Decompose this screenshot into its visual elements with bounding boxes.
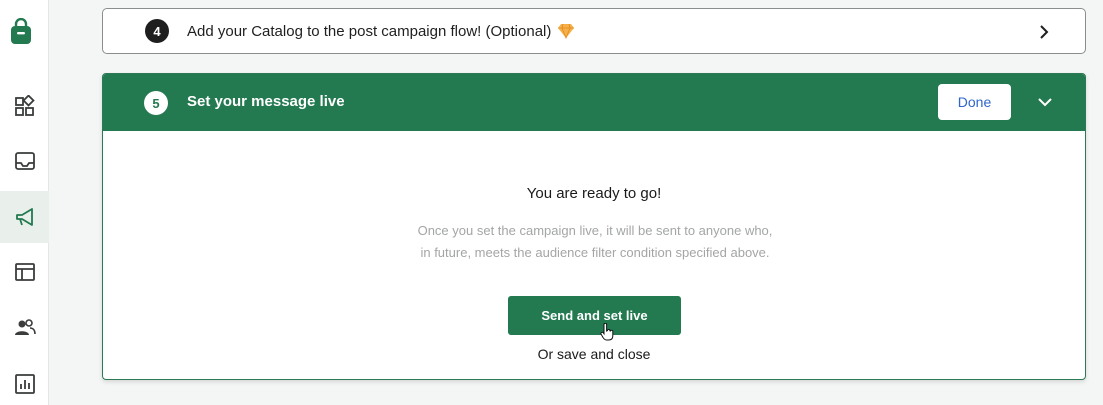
nav-item-table[interactable] bbox=[0, 246, 49, 298]
bar-chart-icon bbox=[14, 374, 35, 394]
apps-grid-icon bbox=[14, 95, 35, 116]
users-icon bbox=[14, 319, 36, 335]
save-and-close-link[interactable]: Or save and close bbox=[103, 346, 1085, 362]
nav-item-analytics[interactable] bbox=[0, 358, 49, 405]
megaphone-icon bbox=[15, 208, 33, 226]
nav-item-inbox[interactable] bbox=[0, 135, 49, 187]
step-4-card[interactable]: 4 Add your Catalog to the post campaign … bbox=[102, 8, 1086, 54]
sidebar bbox=[0, 0, 49, 405]
step-5-panel: 5 Set your message live Done You are rea… bbox=[102, 73, 1086, 380]
step-number: 5 bbox=[144, 91, 168, 115]
inbox-icon bbox=[14, 152, 35, 170]
gem-icon bbox=[558, 23, 575, 39]
nav-item-campaigns[interactable] bbox=[0, 191, 49, 243]
done-button[interactable]: Done bbox=[938, 84, 1011, 120]
chevron-down-icon[interactable] bbox=[1037, 95, 1053, 109]
step-title: Set your message live bbox=[187, 93, 345, 110]
shopping-bag-icon[interactable] bbox=[9, 18, 33, 46]
nav-item-users[interactable] bbox=[0, 302, 49, 354]
hand-cursor-icon bbox=[600, 323, 614, 341]
nav-item-apps[interactable] bbox=[0, 80, 49, 132]
table-icon bbox=[14, 263, 35, 281]
chevron-right-icon[interactable] bbox=[1037, 24, 1051, 40]
step-number: 4 bbox=[145, 19, 169, 43]
send-and-set-live-button[interactable]: Send and set live bbox=[508, 296, 681, 335]
step-5-header[interactable]: 5 Set your message live Done bbox=[103, 74, 1085, 131]
step-title: Add your Catalog to the post campaign fl… bbox=[187, 22, 552, 40]
ready-description: Once you set the campaign live, it will … bbox=[417, 223, 773, 260]
ready-title: You are ready to go! bbox=[526, 185, 662, 202]
